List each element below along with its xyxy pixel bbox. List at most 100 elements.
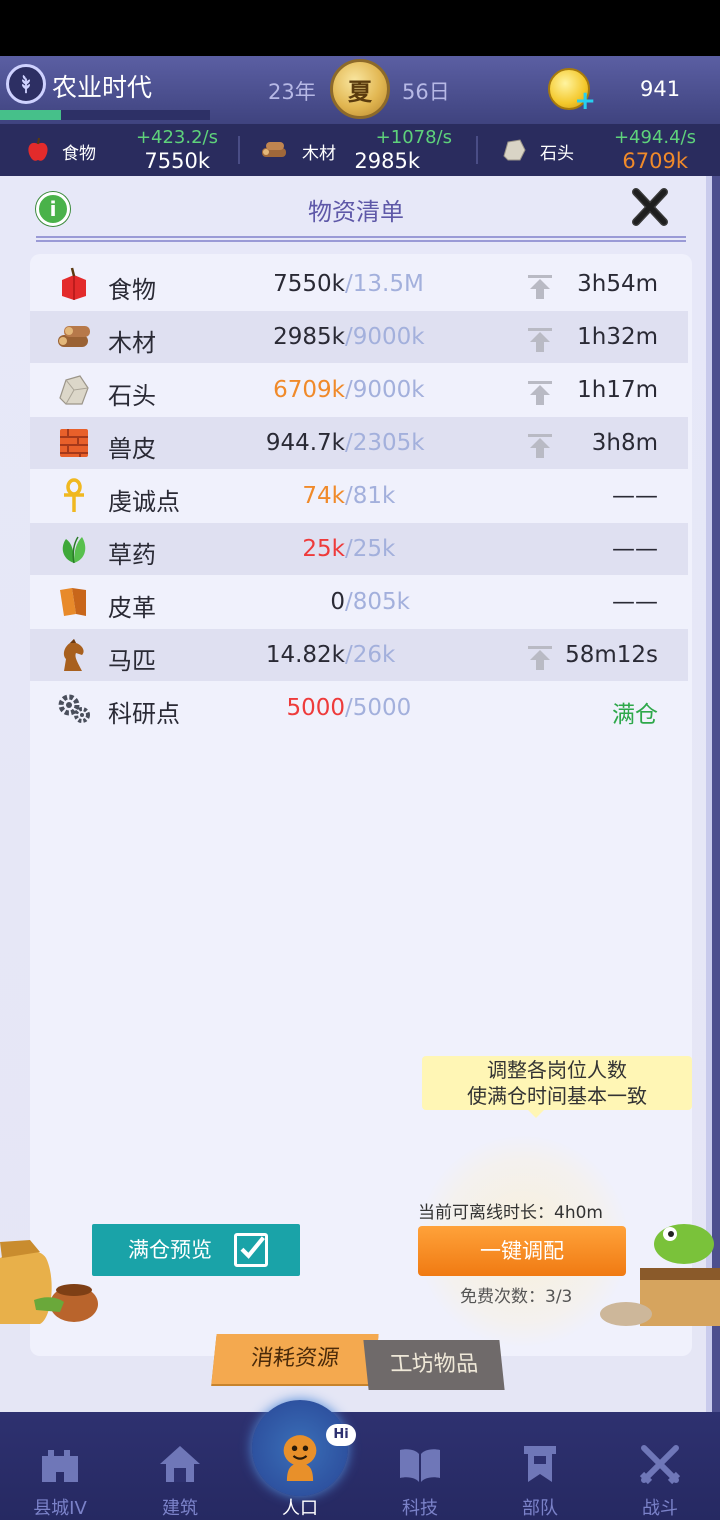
resource-current: 944.7k xyxy=(265,430,345,456)
resource-label: 木材 xyxy=(108,329,156,357)
close-icon[interactable] xyxy=(628,186,672,230)
resource-amount: 6709k xyxy=(622,149,688,173)
full-time: 1h17m xyxy=(577,377,658,403)
resource-rate: +1078/s xyxy=(375,127,452,148)
upgrade-arrow-icon[interactable] xyxy=(526,380,554,406)
list-item[interactable]: 兽皮 944.7k /2305k 3h8m xyxy=(30,417,688,469)
resource-stone[interactable]: 石头 +494.4/s 6709k xyxy=(478,124,720,176)
resource-current: 7550k xyxy=(273,271,345,297)
era-progress-fill xyxy=(0,110,61,120)
list-item[interactable]: 草药 25k /25k —— xyxy=(30,523,688,575)
top-hud: 农业时代 23年 夏 56日 + 941 xyxy=(0,56,720,124)
leather-icon xyxy=(60,588,86,616)
herb-icon xyxy=(62,536,86,564)
bottom-nav: 县城IV 建筑 科技 部队 战斗 xyxy=(0,1412,720,1520)
nav-troops[interactable]: 部队 xyxy=(480,1412,600,1520)
full-time: 3h8m xyxy=(591,430,658,456)
resource-current: 5000 xyxy=(286,695,345,721)
coin-add-button[interactable]: + xyxy=(548,68,596,114)
era-title: 农业时代 xyxy=(52,73,153,102)
list-item[interactable]: 科研点 5000 /5000 满仓 xyxy=(30,682,688,734)
horse-icon xyxy=(63,639,84,671)
upgrade-arrow-icon[interactable] xyxy=(526,645,554,671)
resource-capacity: /9000k xyxy=(345,324,425,350)
resource-wood[interactable]: 木材 +1078/s 2985k xyxy=(240,124,476,176)
resource-bar: 食物 +423.2/s 7550k 木材 +1078/s 2985k 石头 +4… xyxy=(0,124,720,176)
ankh-icon xyxy=(64,478,84,512)
nav-label: 人口 xyxy=(282,1498,318,1519)
wheat-icon xyxy=(22,74,30,94)
free-count: 免费次数：3/3 xyxy=(460,1287,573,1307)
nav-buildings[interactable]: 建筑 xyxy=(120,1412,240,1520)
resource-label: 兽皮 xyxy=(108,435,156,463)
resource-rate: +423.2/s xyxy=(135,127,218,148)
resource-label: 食物 xyxy=(108,276,156,304)
resource-current: 74k xyxy=(302,483,345,509)
panel-title: 物资清单 xyxy=(308,198,404,226)
frog-chest-icon xyxy=(600,1224,720,1326)
list-item[interactable]: 石头 6709k /9000k 1h17m xyxy=(30,364,688,416)
resource-label: 虔诚点 xyxy=(108,488,180,516)
tooltip-line: 调整各岗位人数 xyxy=(487,1058,627,1082)
full-time: —— xyxy=(612,536,658,562)
wood-icon xyxy=(262,142,286,157)
nav-tech[interactable]: 科技 xyxy=(360,1412,480,1520)
stone-icon xyxy=(503,139,526,161)
season-badge[interactable]: 夏 xyxy=(330,59,390,119)
tab-consume-resources[interactable]: 消耗资源 xyxy=(211,1334,379,1384)
list-item[interactable]: 食物 7550k /13.5M 3h54m xyxy=(30,258,688,310)
status-bar xyxy=(0,0,720,56)
swords-icon xyxy=(639,1445,681,1485)
list-item[interactable]: 马匹 14.82k /26k 58m12s xyxy=(30,629,688,681)
resource-label: 马匹 xyxy=(108,647,156,675)
resource-food[interactable]: 食物 +423.2/s 7550k xyxy=(0,124,236,176)
year-label: 23年 xyxy=(268,80,316,104)
upgrade-arrow-icon[interactable] xyxy=(526,433,554,459)
resource-current: 2985k xyxy=(273,324,345,350)
apple-icon xyxy=(28,137,48,161)
full-time: 1h32m xyxy=(577,324,658,350)
resource-capacity: /13.5M xyxy=(345,271,424,297)
resource-name: 石头 xyxy=(540,144,574,164)
era-badge-icon[interactable] xyxy=(6,64,46,104)
list-item[interactable]: 虔诚点 74k /81k —— xyxy=(30,470,688,522)
resource-current: 0 xyxy=(330,589,345,615)
house-icon xyxy=(160,1446,200,1482)
castle-icon xyxy=(42,1450,78,1482)
wood-icon xyxy=(58,326,90,347)
resource-label: 石头 xyxy=(108,382,156,410)
resource-amount: 7550k xyxy=(144,149,210,173)
auto-assign-button[interactable]: 一键调配 xyxy=(418,1226,626,1276)
resource-current: 14.82k xyxy=(265,642,345,668)
offline-duration: 当前可离线时长：4h0m xyxy=(418,1203,603,1223)
upgrade-arrow-icon[interactable] xyxy=(526,327,554,353)
resource-capacity: /81k xyxy=(345,483,396,509)
list-item[interactable]: 皮革 0 /805k —— xyxy=(30,576,688,628)
full-time: 58m12s xyxy=(565,642,658,668)
full-time: —— xyxy=(612,483,658,509)
full-preview-label: 满仓预览 xyxy=(128,1238,212,1262)
coin-count: 941 xyxy=(640,77,681,101)
title-divider xyxy=(36,236,686,242)
tab-workshop-items[interactable]: 工坊物品 xyxy=(363,1340,505,1390)
resource-label: 皮革 xyxy=(108,594,156,622)
resource-label: 科研点 xyxy=(108,700,180,728)
checkbox-checked-icon[interactable] xyxy=(234,1233,268,1267)
upgrade-arrow-icon[interactable] xyxy=(526,274,554,300)
tooltip-line: 使满仓时间基本一致 xyxy=(467,1084,647,1108)
nav-population[interactable]: Hi 人口 xyxy=(240,1412,360,1520)
stone-icon xyxy=(59,375,89,405)
nav-battle[interactable]: 战斗 xyxy=(600,1412,720,1520)
nav-county[interactable]: 县城IV xyxy=(0,1412,120,1520)
full-time: 3h54m xyxy=(577,271,658,297)
nav-label: 县城IV xyxy=(33,1498,87,1519)
nav-label: 部队 xyxy=(522,1498,558,1519)
full-preview-button[interactable]: 满仓预览 xyxy=(92,1224,300,1276)
full-time: 满仓 xyxy=(612,702,658,728)
hi-badge: Hi xyxy=(326,1424,356,1446)
book-icon xyxy=(400,1449,440,1482)
list-item[interactable]: 木材 2985k /9000k 1h32m xyxy=(30,311,688,363)
resource-capacity: /25k xyxy=(345,536,396,562)
banner-icon xyxy=(524,1446,556,1482)
era-progress-bar xyxy=(0,110,210,120)
